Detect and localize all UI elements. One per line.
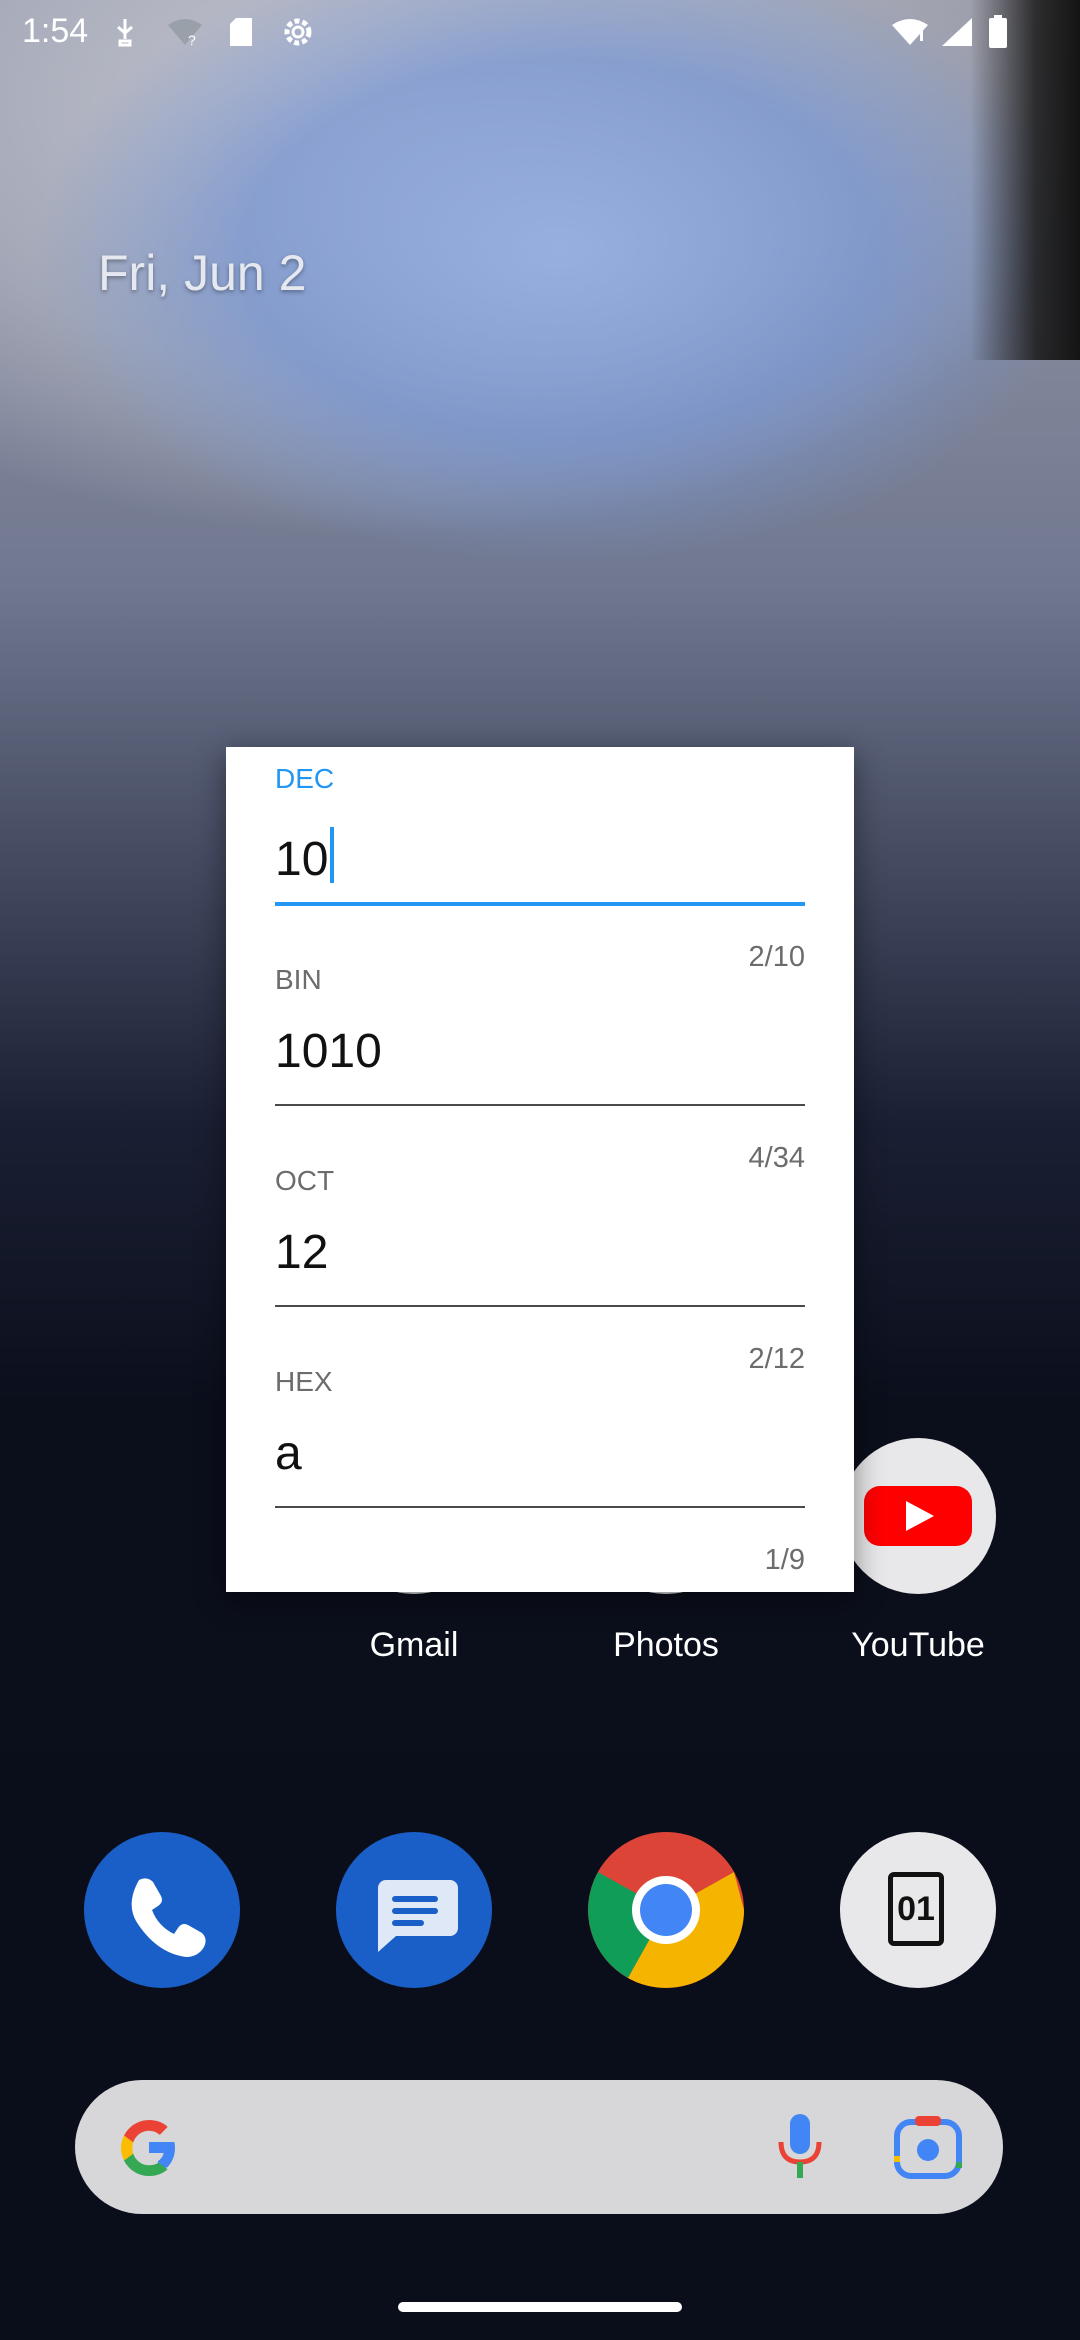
oct-label: OCT [275, 1165, 335, 1196]
wifi-unknown-icon: ? [166, 12, 204, 52]
youtube-logo-icon [864, 1486, 972, 1546]
phone-handset-icon [131, 1878, 206, 1957]
binary-converter-app-icon[interactable]: 01 [840, 1832, 996, 1988]
signal-icon [940, 12, 974, 52]
google-g-icon [121, 2120, 175, 2176]
youtube-label[interactable]: YouTube [818, 1626, 1018, 1665]
gesture-nav-handle[interactable] [398, 2302, 682, 2312]
google-lens-icon[interactable] [893, 2114, 963, 2180]
chrome-app-icon[interactable] [588, 1832, 744, 1988]
chrome-logo-icon [588, 1832, 744, 1988]
settings-gear-icon [280, 12, 316, 52]
battery-icon [988, 12, 1008, 52]
binary-file-icon: 01 [888, 1872, 944, 1946]
dec-label: DEC [275, 763, 335, 794]
home-date[interactable]: Fri, Jun 2 [98, 244, 306, 302]
bin-label: BIN [275, 964, 322, 995]
message-bubble-icon [378, 1880, 458, 1952]
text-cursor [330, 827, 335, 883]
gmail-label[interactable]: Gmail [314, 1626, 514, 1665]
base-converter-dialog: DEC 10 2/10 BIN 1010 4/34 OCT 12 2/12 HE… [226, 747, 854, 1592]
google-search-bar[interactable] [75, 2080, 1003, 2214]
wifi-icon [890, 12, 930, 52]
dec-input-value: 10 [275, 833, 329, 886]
oct-underline [275, 1305, 805, 1307]
usb-debug-icon [112, 12, 138, 52]
sd-card-icon [228, 12, 254, 52]
hex-input[interactable]: a [275, 1430, 302, 1478]
dec-input[interactable]: 10 [275, 827, 335, 886]
hex-char-counter: 1/9 [764, 1544, 805, 1576]
svg-text:?: ? [188, 32, 196, 47]
youtube-app-icon[interactable] [840, 1438, 996, 1594]
oct-input[interactable]: 12 [275, 1229, 328, 1277]
photos-label[interactable]: Photos [566, 1626, 766, 1665]
microphone-icon[interactable] [775, 2112, 825, 2182]
bin-input[interactable]: 1010 [275, 1028, 382, 1076]
bin-underline [275, 1104, 805, 1106]
status-bar: 1:54 ? [0, 0, 1080, 64]
dec-underline [275, 902, 805, 906]
hex-label: HEX [275, 1366, 333, 1397]
bin-char-counter: 4/34 [748, 1142, 805, 1174]
dec-char-counter: 2/10 [748, 941, 805, 973]
status-time: 1:54 [22, 12, 89, 50]
phone-app-icon[interactable] [84, 1832, 240, 1988]
oct-char-counter: 2/12 [748, 1343, 805, 1375]
hex-underline [275, 1506, 805, 1508]
messages-app-icon[interactable] [336, 1832, 492, 1988]
